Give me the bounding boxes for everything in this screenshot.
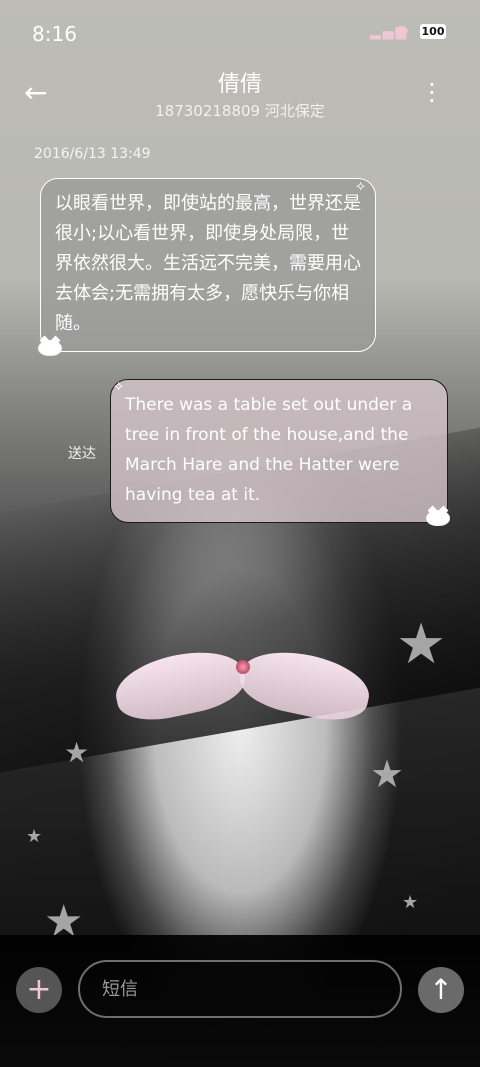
star-icon: ★ — [26, 826, 43, 847]
bow-decoration-icon: ⟡ — [356, 178, 366, 194]
more-options-icon[interactable]: ⋮ — [420, 78, 444, 106]
contact-name: 倩倩 — [217, 72, 262, 97]
status-bar: 8:16 ▂▄▆ ◠ 100 — [0, 0, 480, 68]
cat-face-icon — [426, 510, 450, 526]
delivery-status: 送达 — [68, 446, 96, 462]
star-icon: ★ — [370, 752, 405, 796]
send-button[interactable]: ↑ — [418, 967, 464, 1013]
message-text: There was a table set out under a tree i… — [125, 395, 413, 505]
conversation-header: ← 倩倩 18730218809 河北保定 ⋮ — [0, 62, 480, 132]
received-message-bubble[interactable]: 以眼看世界，即使站的最高，世界还是很小;以心看世界，即使身处局限，世界依然很大。… — [40, 178, 376, 352]
contact-phone-location: 18730218809 河北保定 — [155, 102, 325, 120]
battery-icon: 100 — [420, 24, 446, 39]
star-icon: ★ — [402, 892, 419, 913]
clock: 8:16 — [32, 22, 77, 46]
add-attachment-button[interactable]: + — [16, 967, 62, 1013]
wifi-icon: ◠ — [394, 22, 409, 42]
sms-input[interactable] — [78, 960, 402, 1018]
cat-face-icon — [38, 340, 62, 356]
message-timestamp: 2016/6/13 13:49 — [34, 146, 151, 162]
message-text: 以眼看世界，即使站的最高，世界还是很小;以心看世界，即使身处局限，世界依然很大。… — [55, 193, 361, 334]
sent-message-bubble[interactable]: There was a table set out under a tree i… — [110, 379, 448, 523]
wing-gem — [236, 660, 250, 674]
star-icon: ★ — [396, 612, 447, 677]
bow-decoration-icon: ⟡ — [114, 378, 124, 394]
star-icon: ★ — [64, 736, 90, 769]
